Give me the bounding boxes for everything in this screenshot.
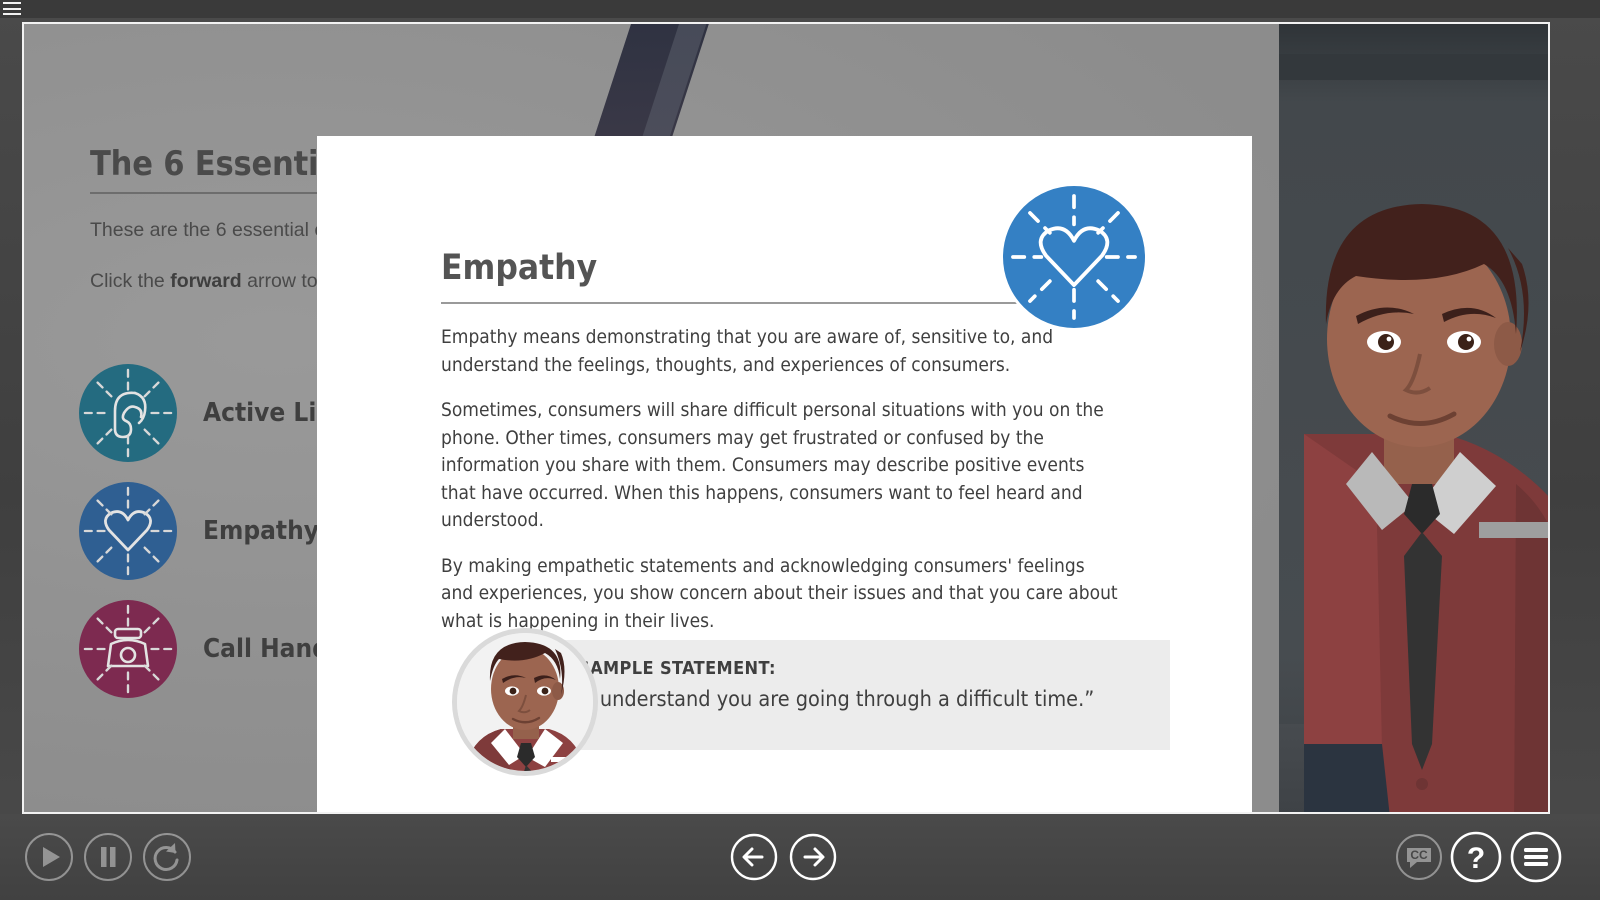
slide-stage: The 6 Essential Call Skills These are th… bbox=[24, 24, 1548, 812]
ray-decoration bbox=[83, 368, 173, 458]
sample-statement-block: SAMPLE STATEMENT: “I understand you are … bbox=[452, 628, 1170, 776]
menu-button[interactable] bbox=[1510, 831, 1562, 883]
modal-paragraph: Sometimes, consumers will share difficul… bbox=[441, 399, 1104, 531]
agent-avatar bbox=[452, 628, 598, 776]
skill-detail-modal: Empathy Empathy means demonstrating that… bbox=[317, 136, 1252, 812]
play-button[interactable] bbox=[24, 832, 74, 882]
question-mark-icon: ? bbox=[1450, 831, 1502, 883]
heart-icon bbox=[1000, 183, 1148, 331]
svg-text:?: ? bbox=[1467, 842, 1485, 875]
telephone-icon[interactable] bbox=[79, 600, 177, 698]
closed-caption-button[interactable]: CC bbox=[1395, 833, 1443, 881]
ray-decoration bbox=[83, 604, 173, 694]
replay-button[interactable] bbox=[142, 832, 192, 882]
ray-decoration bbox=[83, 486, 173, 576]
closed-caption-icon: CC bbox=[1396, 834, 1442, 880]
heart-icon[interactable] bbox=[79, 482, 177, 580]
hamburger-icon[interactable] bbox=[3, 1, 21, 16]
sample-statement-box: SAMPLE STATEMENT: “I understand you are … bbox=[552, 640, 1170, 750]
modal-paragraph: By making empathetic statements and ackn… bbox=[441, 554, 1118, 632]
skill-label: Empathy bbox=[203, 516, 319, 546]
previous-button[interactable] bbox=[730, 833, 778, 881]
slide-frame: The 6 Essential Call Skills These are th… bbox=[22, 22, 1550, 814]
next-button[interactable] bbox=[789, 833, 837, 881]
player-control-bar: CC ? bbox=[0, 814, 1600, 900]
ear-icon[interactable] bbox=[79, 364, 177, 462]
top-bar bbox=[0, 0, 1600, 18]
pause-button[interactable] bbox=[83, 832, 133, 882]
sample-statement-quote: “I understand you are going through a di… bbox=[578, 687, 1095, 712]
sample-statement-label: SAMPLE STATEMENT: bbox=[578, 658, 776, 679]
pause-icon bbox=[84, 833, 132, 881]
modal-title: Empathy bbox=[441, 248, 598, 288]
arrow-right-icon bbox=[789, 833, 837, 881]
modal-body: Empathy means demonstrating that you are… bbox=[441, 324, 1121, 653]
replay-icon bbox=[143, 833, 191, 881]
character-illustration bbox=[1264, 184, 1548, 812]
emphasis-word: forward bbox=[170, 270, 242, 292]
modal-paragraph: Empathy means demonstrating that you are… bbox=[441, 326, 1054, 376]
arrow-left-icon bbox=[730, 833, 778, 881]
help-button[interactable]: ? bbox=[1450, 831, 1502, 883]
hamburger-icon bbox=[1510, 831, 1562, 883]
course-player: The 6 Essential Call Skills These are th… bbox=[0, 0, 1600, 900]
svg-text:CC: CC bbox=[1410, 848, 1428, 862]
play-icon bbox=[25, 833, 73, 881]
